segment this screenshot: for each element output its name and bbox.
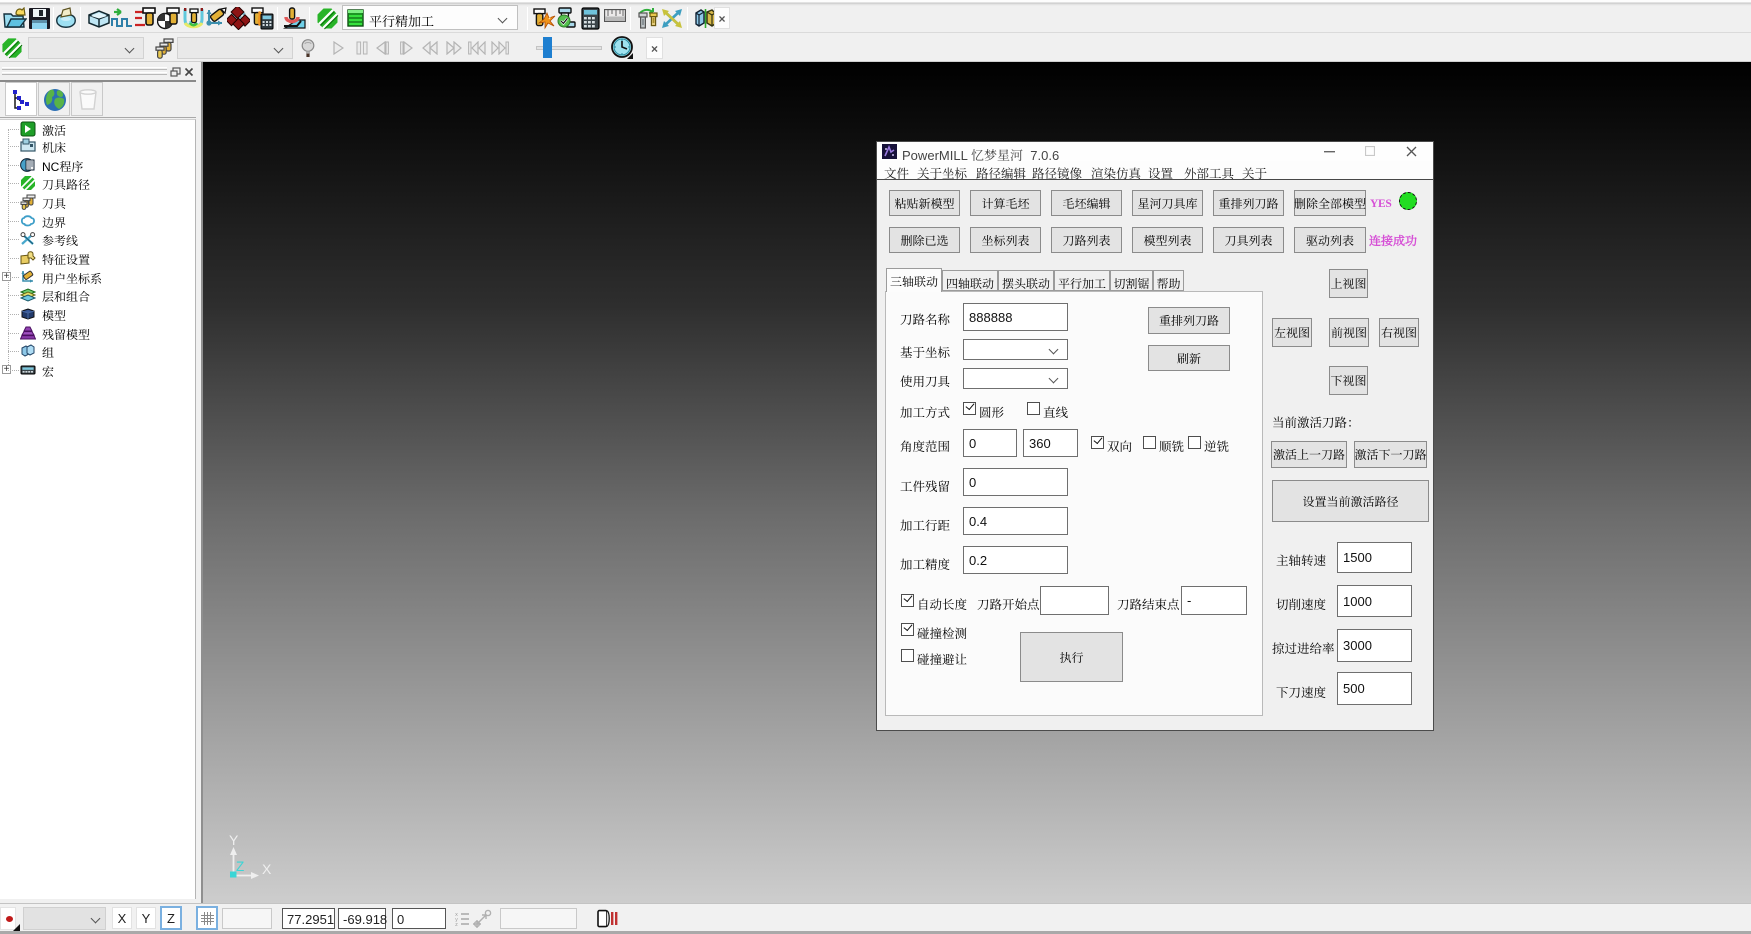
- svg-text:Z: Z: [236, 859, 244, 874]
- svg-text:X: X: [262, 861, 272, 877]
- svg-text:Y: Y: [229, 832, 239, 848]
- svg-text:z: z: [455, 922, 458, 927]
